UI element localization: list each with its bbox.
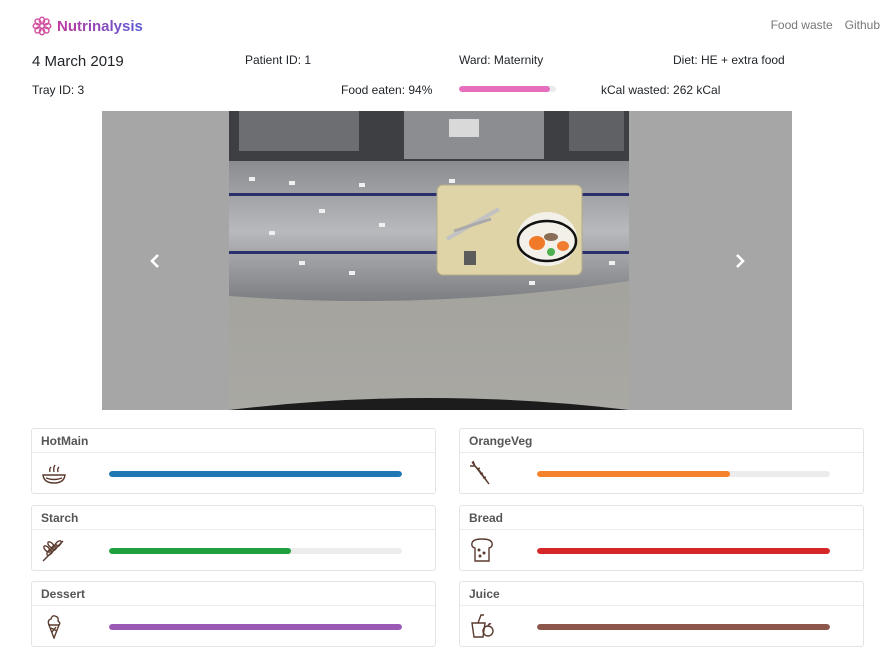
brand-link[interactable]: Nutrinalysis xyxy=(31,15,143,37)
category-title: OrangeVeg xyxy=(460,429,863,453)
tray-date: 4 March 2019 xyxy=(32,53,124,70)
food-eaten-progress-fill xyxy=(459,86,551,92)
hot-meal-icon xyxy=(42,464,66,484)
category-title: HotMain xyxy=(32,429,435,453)
flower-logo-icon xyxy=(32,16,52,36)
category-bar-fill xyxy=(109,624,402,630)
nav-github[interactable]: Github xyxy=(845,18,880,32)
bread-icon xyxy=(471,538,493,562)
category-card-starch: Starch xyxy=(31,505,436,571)
category-card-hotmain: HotMain xyxy=(31,428,436,494)
category-bar-fill xyxy=(109,471,402,477)
carrot-icon xyxy=(470,460,490,485)
carousel-next-button[interactable] xyxy=(728,249,752,273)
ice-cream-icon xyxy=(47,615,61,639)
category-bar-fill xyxy=(109,548,291,554)
category-bar xyxy=(109,471,402,477)
kcal-wasted: kCal wasted: 262 kCal xyxy=(601,83,721,97)
category-card-dessert: Dessert xyxy=(31,581,436,647)
chevron-right-icon xyxy=(736,254,745,268)
wheat-icon xyxy=(42,540,64,562)
carousel-prev-button[interactable] xyxy=(143,249,167,273)
category-bar xyxy=(537,471,830,477)
category-bar-fill xyxy=(537,548,830,554)
food-eaten-progress xyxy=(459,86,556,92)
brand-name: Nutrinalysis xyxy=(57,17,143,35)
nav-links: Food waste Github xyxy=(771,18,880,32)
category-title: Starch xyxy=(32,506,435,530)
patient-id: Patient ID: 1 xyxy=(245,53,312,67)
category-bar xyxy=(109,624,402,630)
category-bar-fill xyxy=(537,471,731,477)
tray-photo xyxy=(229,111,629,410)
category-bar xyxy=(537,624,830,630)
food-eaten-label: Food eaten: 94% xyxy=(341,83,433,97)
ward: Ward: Maternity xyxy=(459,53,544,67)
category-title: Juice xyxy=(460,582,863,606)
category-title: Dessert xyxy=(32,582,435,606)
category-card-bread: Bread xyxy=(459,505,864,571)
navbar: Nutrinalysis Food waste Github xyxy=(0,0,896,52)
category-bar-fill xyxy=(537,624,830,630)
diet: Diet: HE + extra food xyxy=(673,53,785,67)
category-bar xyxy=(537,548,830,554)
chevron-left-icon xyxy=(150,254,159,268)
nav-food-waste[interactable]: Food waste xyxy=(771,18,833,32)
category-title: Bread xyxy=(460,506,863,530)
category-card-orangeveg: OrangeVeg xyxy=(459,428,864,494)
tray-id: Tray ID: 3 xyxy=(32,83,85,97)
tray-image-carousel xyxy=(102,111,792,410)
juice-icon xyxy=(471,614,494,638)
category-bar xyxy=(109,548,402,554)
category-card-juice: Juice xyxy=(459,581,864,647)
